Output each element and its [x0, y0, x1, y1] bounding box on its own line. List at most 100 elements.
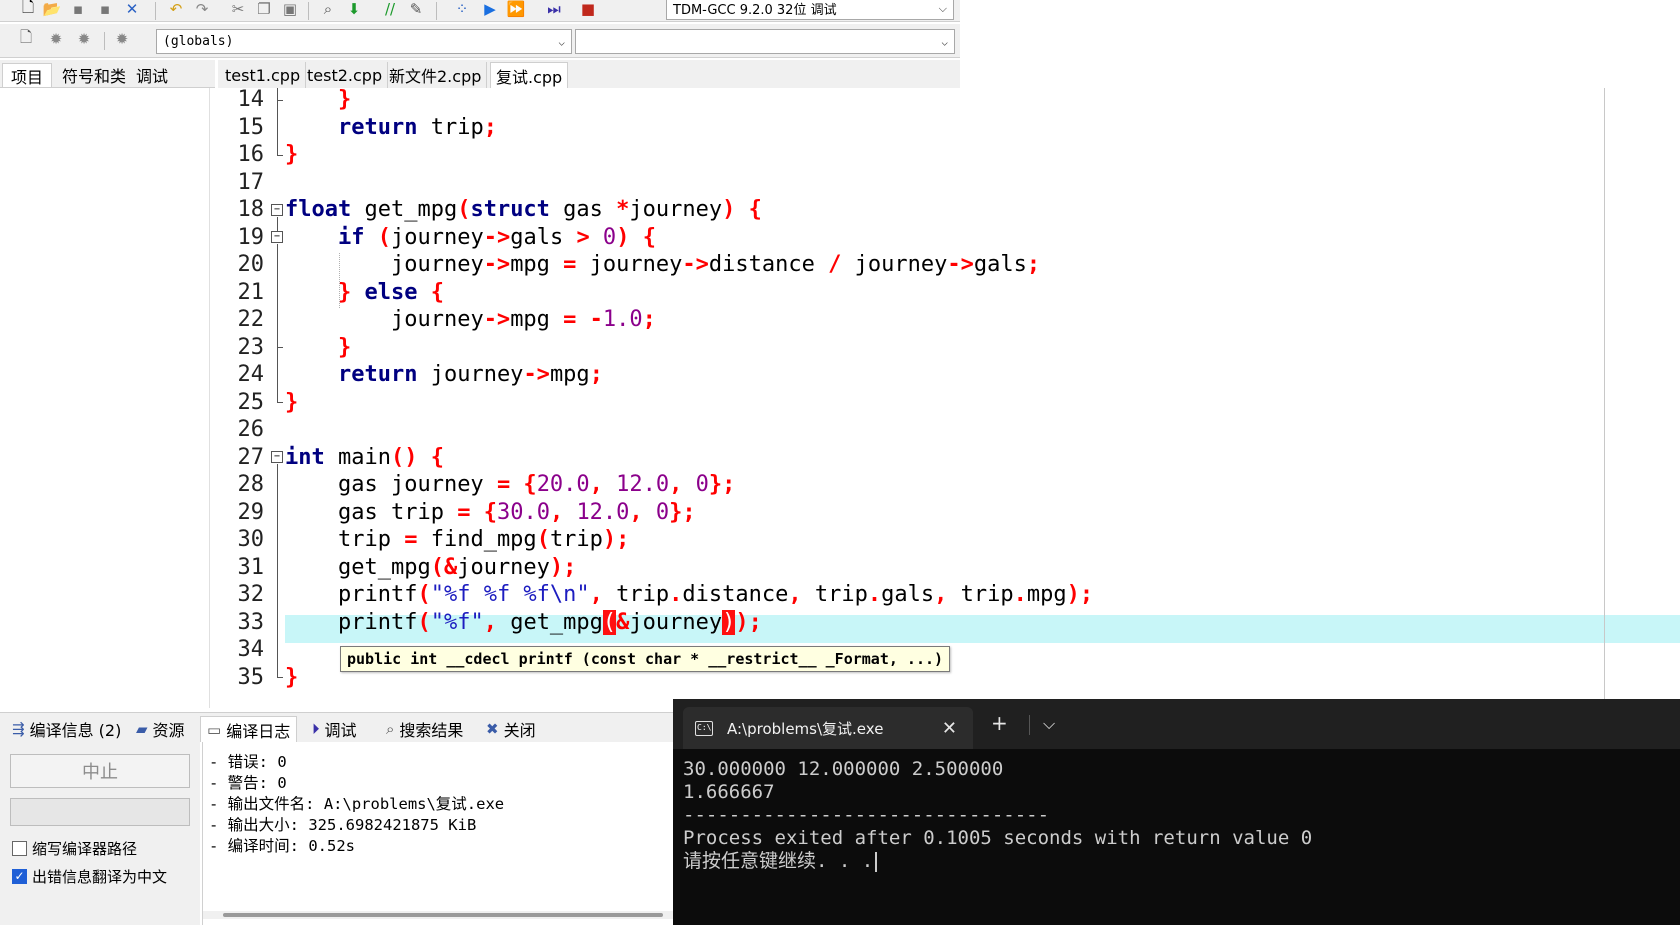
- open-icon[interactable]: 📂: [42, 0, 62, 18]
- close-file-icon[interactable]: ✕: [122, 0, 142, 18]
- gear-icon[interactable]: ✹: [112, 30, 132, 48]
- tab-debug[interactable]: 调试: [128, 63, 176, 87]
- scope-select[interactable]: (globals) ⌵: [156, 29, 572, 54]
- compile-controls: 中止 缩写编译器路径 ✓ 出错信息翻译为中文: [0, 742, 200, 925]
- close-icon[interactable]: ✕: [942, 718, 957, 739]
- right-margin-line: [1604, 88, 1605, 708]
- tab-test2[interactable]: test2.cpp: [302, 62, 389, 88]
- terminal-line: --------------------------------: [683, 804, 1050, 826]
- find-icon[interactable]: ⌕: [318, 0, 338, 18]
- code-line-33: printf("%f", get_mpg(&journey));: [337, 609, 762, 635]
- tab-fushi[interactable]: 复试.cpp: [490, 62, 569, 88]
- run-icon[interactable]: ▶: [480, 0, 500, 18]
- code-line-32: printf("%f %f %f\n", trip.distance, trip…: [337, 582, 1094, 607]
- stop-icon[interactable]: ■: [578, 0, 598, 18]
- compiler-select[interactable]: TDM-GCC 9.2.0 32位 调试 ⌵: [666, 0, 954, 20]
- fold-toggle-icon[interactable]: −: [271, 231, 283, 244]
- function-signature-tooltip: public int __cdecl printf (const char * …: [340, 646, 951, 672]
- brace-match-open: (: [602, 609, 617, 635]
- fold-end-tick: [277, 99, 283, 101]
- tab-debug-bottom[interactable]: ⏵ 调试: [306, 716, 363, 742]
- code-line-19: if (journey->gals > 0) {: [337, 224, 656, 250]
- left-panel-tabs: 项目 符号和类 调试: [0, 60, 215, 88]
- fold-toggle-icon[interactable]: −: [271, 451, 283, 464]
- line-number: 15: [237, 114, 265, 140]
- tab-project[interactable]: 项目: [2, 63, 53, 87]
- separator: [104, 32, 105, 50]
- code-line-24: return journey->mpg;: [337, 362, 603, 387]
- checkbox-unchecked[interactable]: [12, 841, 27, 856]
- tab-newfile2[interactable]: 新文件2.cpp: [384, 62, 488, 88]
- undo-icon[interactable]: ↶: [166, 0, 186, 18]
- tab-test1[interactable]: test1.cpp: [220, 62, 307, 88]
- log-line: - 输出文件名: A:\problems\复试.exe: [209, 795, 505, 813]
- log-line: - 错误: 0: [209, 753, 287, 771]
- search-icon: ⌕: [386, 720, 395, 738]
- file-tabs: test1.cpp test2.cpp 新文件2.cpp 复试.cpp: [218, 60, 960, 88]
- new-file-icon[interactable]: 🗋: [18, 0, 38, 18]
- separator: [308, 2, 309, 20]
- comment-icon[interactable]: //: [380, 0, 400, 18]
- paste-icon[interactable]: ▣: [280, 0, 300, 18]
- fold-end-tick: [277, 154, 283, 156]
- chevron-down-icon[interactable]: ⌵: [1043, 714, 1055, 734]
- line-number: 29: [237, 499, 265, 525]
- code-line-21: } else {: [337, 279, 444, 305]
- code-line-18: float get_mpg(struct gas *journey) {: [285, 197, 762, 222]
- line-number: 19: [237, 224, 265, 250]
- rebuild-icon[interactable]: ⏭: [544, 0, 564, 18]
- fold-line: [277, 216, 278, 232]
- code-line-14: }: [337, 88, 352, 112]
- code-line-28: gas journey = {20.0, 12.0, 0};: [337, 472, 736, 497]
- copy-icon[interactable]: ❐: [254, 0, 274, 18]
- tab-close[interactable]: ✖ 关闭: [480, 716, 542, 742]
- bottom-panel-tabs: ⇶ 编译信息 (2) ▰ 资源 ▭ 编译日志 ⏵ 调试 ⌕ 搜索结果 ✖ 关闭: [0, 712, 680, 742]
- gear-icon[interactable]: ✹: [74, 30, 94, 48]
- tab-resources[interactable]: ▰ 资源: [130, 716, 191, 742]
- goto-icon[interactable]: ⬇: [344, 0, 364, 18]
- line-number: 23: [237, 334, 265, 360]
- code-line-23: }: [337, 334, 352, 360]
- new-tab-icon[interactable]: +: [991, 711, 1008, 735]
- fold-line: [277, 88, 278, 155]
- line-number: 24: [237, 362, 265, 387]
- debug-icon: ⏵: [312, 720, 320, 738]
- code-line-22: journey->mpg = -1.0;: [390, 307, 656, 332]
- terminal-tab[interactable]: C:\ A:\problems\复试.exe ✕: [683, 707, 973, 749]
- compile-run-icon[interactable]: ⏩: [506, 0, 526, 18]
- redo-icon[interactable]: ↷: [192, 0, 212, 18]
- gear-icon[interactable]: ✹: [46, 30, 66, 48]
- terminal-line: 30.000000 12.000000 2.500000: [683, 758, 1004, 780]
- translate-errors-checkbox[interactable]: ✓ 出错信息翻译为中文: [12, 866, 167, 887]
- save-all-icon[interactable]: ▪: [95, 0, 115, 18]
- code-editor[interactable]: 14 15 16 17 18 19 20 21 22 23 24 25 26 27 28 29 30 31 32 33…: [218, 88, 1680, 708]
- line-number: 25: [237, 389, 265, 415]
- checkbox-checked[interactable]: ✓: [12, 869, 27, 884]
- tab-symbols[interactable]: 符号和类: [54, 63, 134, 87]
- terminal-line: Process exited after 0.1005 seconds with…: [683, 827, 1313, 849]
- new-class-icon[interactable]: 🗋: [16, 28, 36, 48]
- abbreviate-path-checkbox[interactable]: 缩写编译器路径: [12, 838, 137, 859]
- scrollbar-thumb[interactable]: [223, 913, 663, 917]
- compile-icon[interactable]: ⁘: [452, 0, 472, 18]
- line-number: 14: [237, 88, 265, 112]
- line-number: 35: [237, 664, 265, 690]
- line-number: 18: [237, 197, 265, 222]
- tab-compile-info[interactable]: ⇶ 编译信息 (2): [6, 716, 127, 742]
- save-icon[interactable]: ▪: [68, 0, 88, 18]
- code-area[interactable]: } return trip; } float get_mpg(struct ga…: [285, 88, 1680, 708]
- tab-compile-log[interactable]: ▭ 编译日志: [200, 716, 298, 742]
- compile-info-icon: ⇶: [12, 720, 25, 738]
- cut-icon[interactable]: ✂: [228, 0, 248, 18]
- terminal-window[interactable]: C:\ A:\problems\复试.exe ✕ + ⌵ 30.000000 1…: [673, 699, 1680, 925]
- horizontal-scrollbar[interactable]: [203, 911, 681, 919]
- edit-icon[interactable]: ✎: [406, 0, 426, 18]
- log-line: - 警告: 0: [209, 774, 287, 792]
- tab-search-results[interactable]: ⌕ 搜索结果: [380, 716, 469, 742]
- line-number: 22: [237, 307, 265, 332]
- fold-end-tick: [277, 677, 283, 679]
- fold-toggle-icon[interactable]: −: [271, 203, 283, 216]
- member-select[interactable]: ⌵: [575, 29, 955, 54]
- text-cursor: [875, 851, 878, 872]
- stop-button[interactable]: 中止: [10, 754, 190, 788]
